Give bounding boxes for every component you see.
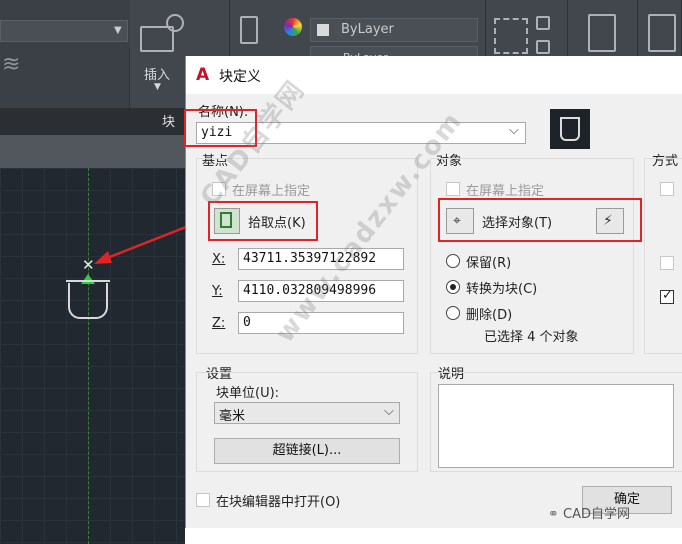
annotative-checkbox[interactable] <box>660 182 674 196</box>
ungroup-icon[interactable] <box>536 40 550 54</box>
retain-radio[interactable] <box>446 254 460 268</box>
block-unit-value: 毫米 <box>219 409 246 424</box>
file-tab-strip <box>0 134 185 168</box>
block-preview <box>550 109 590 149</box>
delete-label[interactable]: 删除(D) <box>466 304 512 323</box>
calculator-icon[interactable] <box>588 14 616 52</box>
autocad-logo-icon: A <box>196 65 210 85</box>
convert-to-block-label[interactable]: 转换为块(C) <box>466 278 537 297</box>
chevron-down-icon[interactable]: ⌵ <box>384 404 394 419</box>
layers-icon: ≋ <box>2 52 21 77</box>
open-in-editor-label[interactable]: 在块编辑器中打开(O) <box>216 491 340 510</box>
color-swatch-icon <box>317 23 329 36</box>
y-label: Y: <box>212 284 223 299</box>
convert-to-block-radio[interactable] <box>446 280 460 294</box>
base-specify-label: 在屏幕上指定 <box>232 184 311 199</box>
group-edit-icon[interactable] <box>536 16 550 30</box>
color-combo[interactable]: ByLayer <box>310 18 478 42</box>
color-wheel-icon[interactable] <box>284 18 302 36</box>
block-panel-title[interactable]: 块 <box>162 111 175 130</box>
group-icon[interactable] <box>494 18 528 54</box>
dialog-titlebar[interactable]: A 块定义 <box>186 56 682 94</box>
retain-label[interactable]: 保留(R) <box>466 252 511 271</box>
selected-count: 已选择 4 个对象 <box>484 330 579 345</box>
description-textarea[interactable] <box>438 384 674 468</box>
open-in-editor-checkbox[interactable] <box>196 493 210 507</box>
color-combo-value: ByLayer <box>341 22 394 37</box>
x-label: X: <box>212 252 226 267</box>
match-properties-icon[interactable] <box>240 16 258 44</box>
select-objects-highlight-box <box>438 198 642 242</box>
wechat-icon: ⚭ <box>548 507 564 522</box>
ribbon-panel-left: ≋ <box>0 48 130 108</box>
dialog-title: 块定义 <box>219 69 261 85</box>
block-unit-label: 块单位(U): <box>216 386 280 401</box>
block-circle-icon <box>166 14 184 32</box>
scale-uniformly-checkbox[interactable] <box>660 256 674 270</box>
pick-point-highlight-box <box>208 201 318 241</box>
z-field[interactable]: 0 <box>238 312 404 334</box>
insert-dropdown-icon[interactable]: ▼ <box>154 82 161 92</box>
allow-exploding-checkbox[interactable] <box>660 288 674 304</box>
insert-label[interactable]: 插入 <box>144 64 170 83</box>
chevron-down-icon: ▼ <box>114 25 122 36</box>
z-label: Z: <box>212 316 226 331</box>
objects-specify-label: 在屏幕上指定 <box>466 184 545 199</box>
hyperlink-button[interactable]: 超链接(L)... <box>214 438 400 464</box>
chair-back-icon <box>66 280 110 286</box>
chair-preview-icon <box>560 117 580 141</box>
top-left-combo[interactable] <box>0 20 128 42</box>
footer-watermark-text: CAD自学网 <box>563 507 631 522</box>
objects-specify-checkbox[interactable] <box>446 182 460 196</box>
chair-block-icon[interactable] <box>68 283 108 319</box>
panel-title-bar <box>0 108 185 134</box>
chevron-down-icon[interactable]: ⌵ <box>509 123 519 138</box>
clipboard-icon[interactable] <box>648 14 676 52</box>
delete-radio[interactable] <box>446 306 460 320</box>
block-unit-combo[interactable]: 毫米 <box>214 402 400 424</box>
tracking-line <box>88 168 89 544</box>
footer-watermark: ⚭ CAD自学网 <box>548 503 630 522</box>
